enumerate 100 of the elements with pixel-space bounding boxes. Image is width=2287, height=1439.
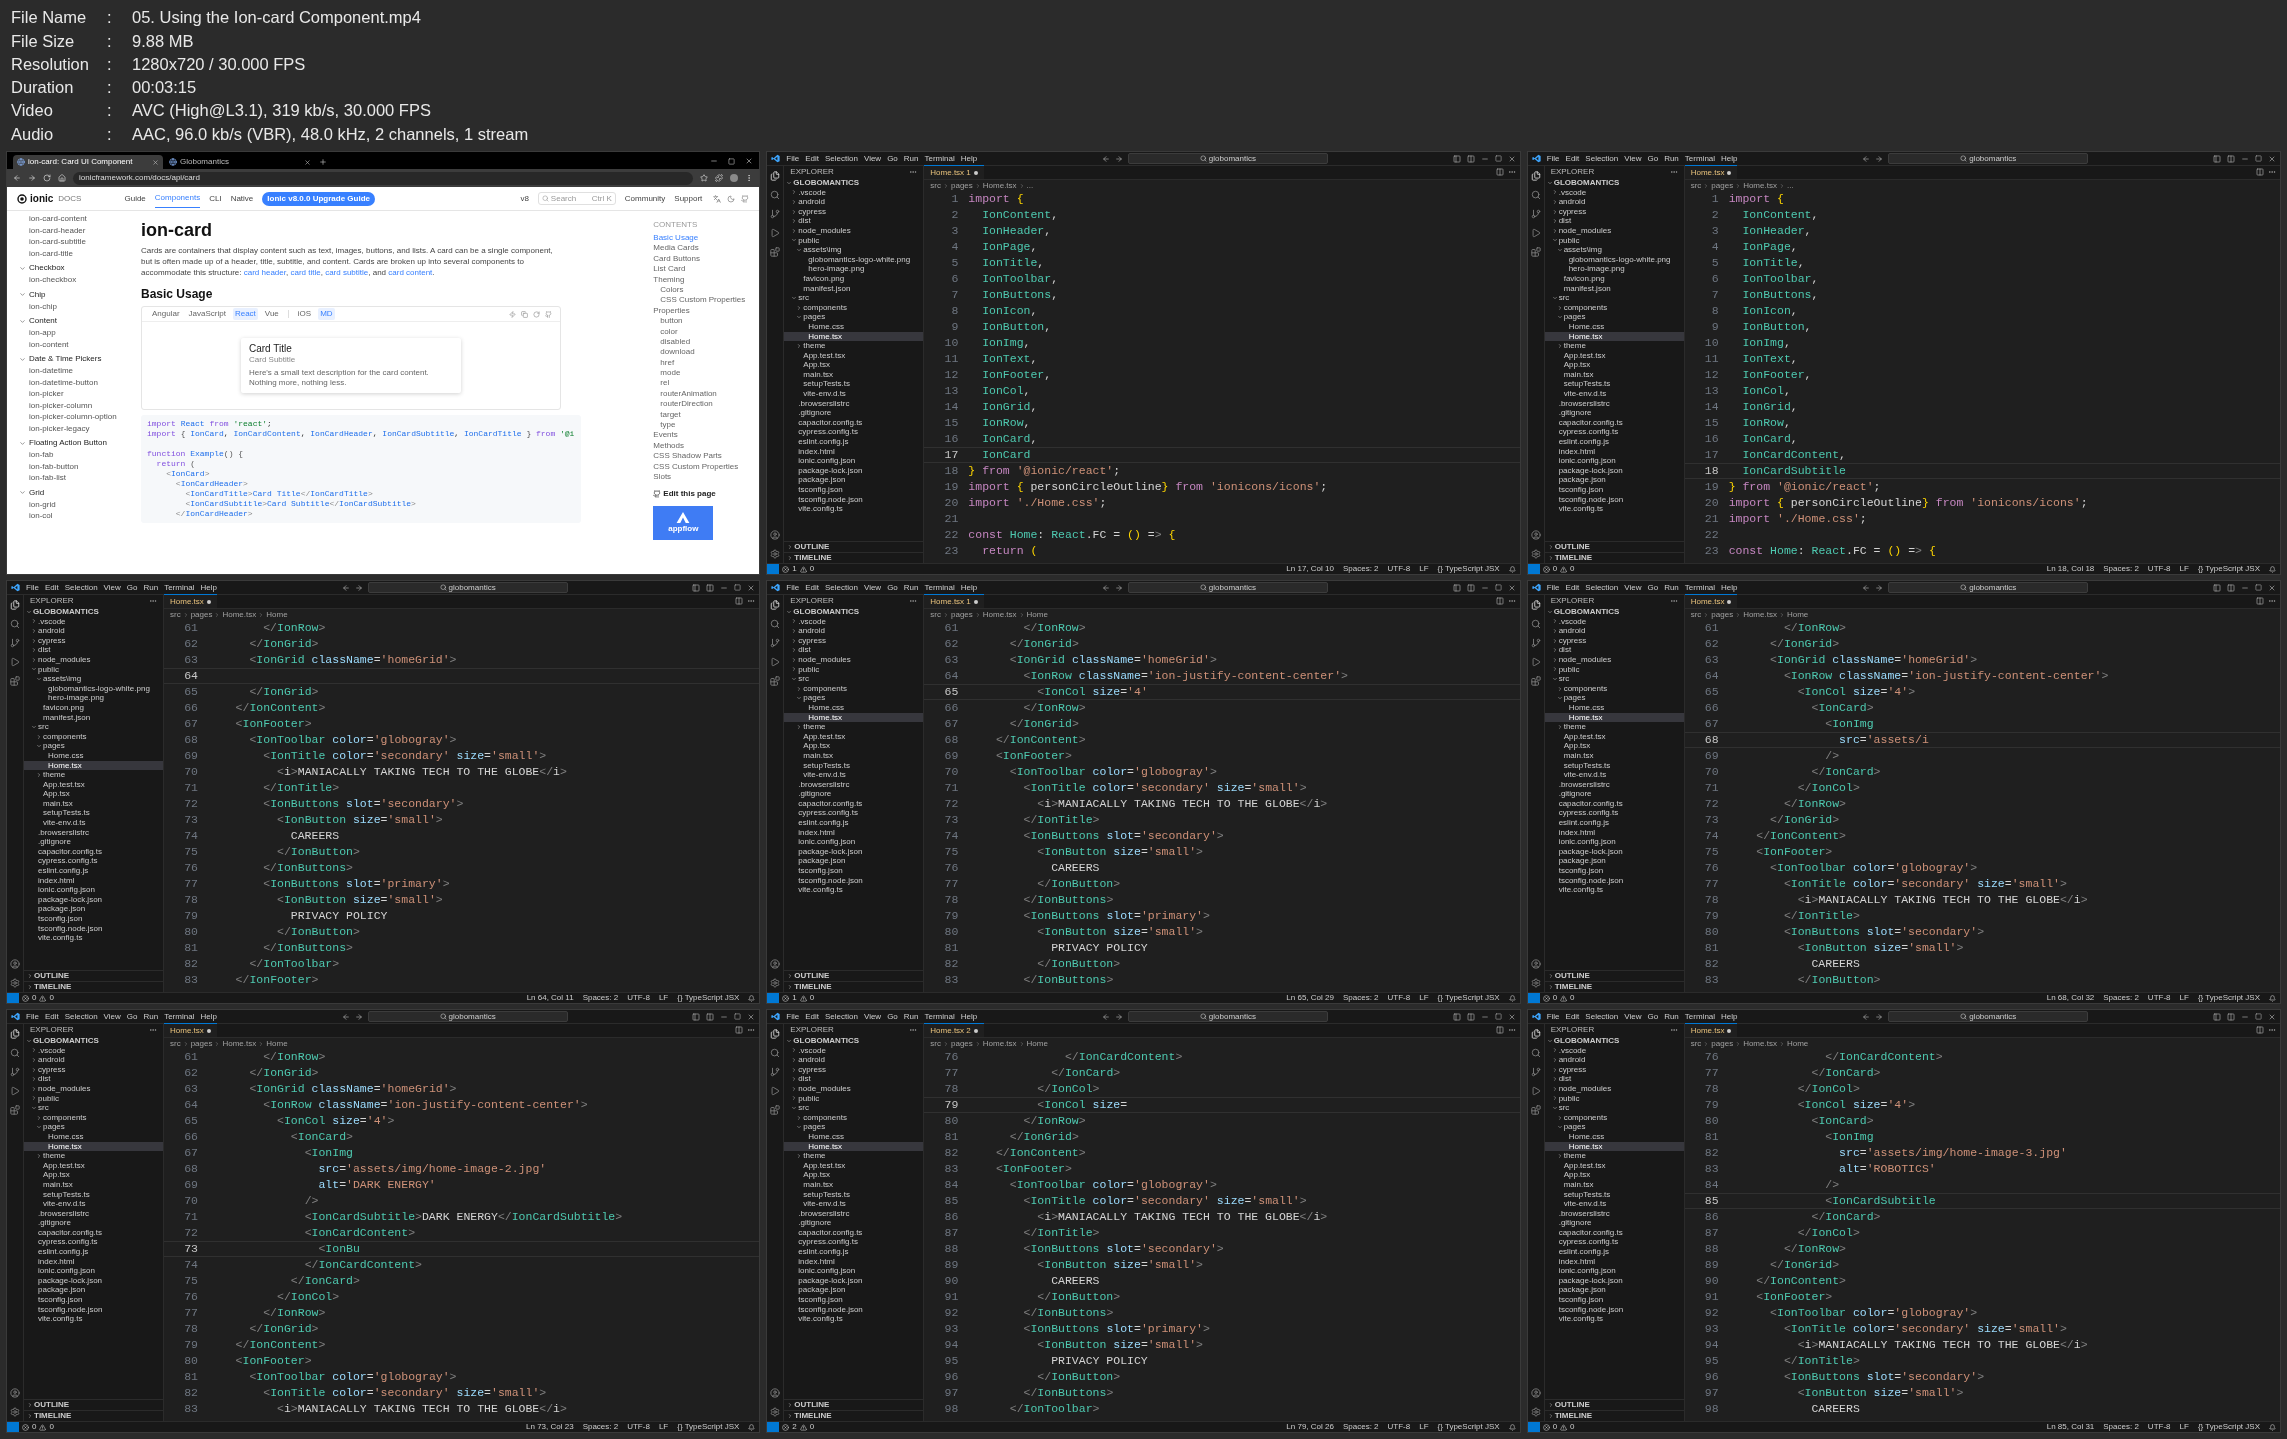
explorer-item[interactable]: .browserslistrc: [24, 827, 163, 838]
run-icon[interactable]: [1530, 1086, 1541, 1096]
layout-icon[interactable]: [706, 583, 715, 592]
menu-item[interactable]: View: [863, 152, 882, 165]
explorer-item[interactable]: pages: [1544, 1122, 1684, 1132]
explorer-item[interactable]: .gitignore: [1544, 789, 1684, 799]
explorer-item[interactable]: cypress.config.ts: [784, 427, 924, 438]
status-item[interactable]: {} TypeScript JSX: [677, 1421, 740, 1432]
explorer-item[interactable]: App.test.tsx: [1544, 350, 1684, 361]
explorer-item[interactable]: ionic.config.json: [784, 456, 924, 466]
explorer-item[interactable]: tsconfig.node.json: [784, 875, 924, 886]
status-item[interactable]: {} TypeScript JSX: [1437, 1421, 1500, 1432]
bell-icon[interactable]: [748, 1423, 756, 1431]
explorer-item[interactable]: index.html: [1544, 446, 1684, 457]
menu-item[interactable]: View: [863, 581, 882, 594]
close-icon[interactable]: [152, 158, 159, 166]
run-icon[interactable]: [10, 1086, 20, 1096]
explorer-item[interactable]: public: [1544, 664, 1684, 675]
explorer-item[interactable]: src: [1544, 674, 1684, 684]
status-item[interactable]: UTF-8: [627, 992, 650, 1003]
more-icon[interactable]: [2268, 1026, 2276, 1034]
version-select[interactable]: v8: [520, 192, 529, 205]
editor-tab[interactable]: Home.tsx: [164, 594, 217, 608]
explorer-item[interactable]: ionic.config.json: [784, 837, 924, 847]
status-item[interactable]: Ln 17, Col 10: [1286, 563, 1334, 574]
menu-item[interactable]: Run: [1664, 152, 1679, 165]
explorer-item[interactable]: node_modules: [1544, 1083, 1684, 1094]
status-item[interactable]: UTF-8: [2147, 563, 2171, 574]
back-icon[interactable]: [1862, 1012, 1871, 1021]
explorer-item[interactable]: GLOBOMANTICS: [1544, 607, 1684, 617]
branch-icon[interactable]: [10, 1067, 20, 1077]
account-icon[interactable]: [10, 1388, 20, 1398]
status-item[interactable]: Spaces: 2: [2103, 563, 2139, 574]
explorer-item[interactable]: components: [784, 683, 924, 694]
explorer-item[interactable]: package.json: [784, 475, 924, 485]
avatar-icon[interactable]: [730, 174, 739, 182]
explorer-item[interactable]: cypress: [784, 1064, 924, 1075]
back-icon[interactable]: [1862, 583, 1871, 592]
explorer-item[interactable]: android: [784, 197, 924, 207]
explorer-item[interactable]: tsconfig.json: [784, 866, 924, 876]
explorer-item[interactable]: eslint.config.js: [784, 818, 924, 828]
breadcrumb-item[interactable]: src: [1690, 179, 1702, 192]
minimize-icon[interactable]: [710, 157, 719, 165]
explorer-item[interactable]: main.tsx: [24, 1179, 163, 1190]
forward-icon[interactable]: [354, 1012, 363, 1021]
edit-link[interactable]: Edit this page: [653, 488, 760, 501]
explorer-item[interactable]: favicon.png: [24, 702, 163, 713]
copy-icon[interactable]: [521, 310, 528, 318]
toc-link[interactable]: download: [653, 347, 760, 358]
explorer-item[interactable]: hero-image.png: [24, 693, 163, 703]
explorer-item[interactable]: node_modules: [784, 1083, 924, 1094]
bookmark-icon[interactable]: [700, 174, 709, 182]
extensions-icon[interactable]: [770, 247, 781, 257]
forward-icon[interactable]: [1114, 154, 1123, 163]
breadcrumb-item[interactable]: Home: [1026, 608, 1048, 621]
section-header[interactable]: OUTLINE: [784, 970, 924, 981]
framework-tab[interactable]: Vue: [262, 308, 281, 320]
explorer-item[interactable]: cypress.config.ts: [784, 808, 924, 819]
explorer-item[interactable]: pages: [784, 312, 924, 322]
explorer-item[interactable]: vite.config.ts: [1544, 1314, 1684, 1324]
explorer-item[interactable]: tsconfig.json: [784, 1295, 924, 1305]
explorer-item[interactable]: components: [1544, 683, 1684, 694]
status-item[interactable]: UTF-8: [1387, 1421, 1411, 1432]
status-item[interactable]: Ln 18, Col 18: [2046, 563, 2095, 574]
toc-link[interactable]: Events: [653, 430, 760, 441]
explorer-item[interactable]: Home.css: [24, 1131, 163, 1142]
explorer-item[interactable]: .gitignore: [1544, 408, 1684, 418]
sidebar-link[interactable]: ion-datetime: [19, 365, 125, 377]
menu-item[interactable]: Help: [1721, 152, 1738, 165]
close-icon[interactable]: [2268, 154, 2276, 163]
settings-icon[interactable]: [770, 978, 781, 988]
split-icon[interactable]: [2256, 597, 2264, 605]
status-item[interactable]: UTF-8: [2147, 992, 2171, 1003]
explorer-item[interactable]: App.test.tsx: [1544, 1160, 1684, 1171]
explorer-item[interactable]: vite.config.ts: [1544, 504, 1684, 514]
toc-link[interactable]: routerDirection: [653, 399, 760, 410]
menu-item[interactable]: Selection: [825, 581, 858, 594]
menu-item[interactable]: Edit: [805, 581, 819, 594]
explorer-item[interactable]: cypress: [1544, 635, 1684, 646]
remote-button[interactable]: [767, 993, 780, 1003]
menu-item[interactable]: Selection: [1585, 152, 1619, 165]
status-item[interactable]: Spaces: 2: [1342, 1421, 1379, 1432]
explorer-item[interactable]: setupTests.ts: [1544, 379, 1684, 390]
sidebar-link[interactable]: ion-content: [19, 338, 125, 350]
breadcrumb-item[interactable]: Home.tsx: [982, 1037, 1017, 1050]
extensions-icon[interactable]: [10, 676, 20, 686]
explorer-item[interactable]: vite.config.ts: [24, 1314, 163, 1324]
explorer-item[interactable]: dist: [784, 216, 924, 226]
toc-link[interactable]: Card Buttons: [653, 253, 760, 265]
address-bar[interactable]: ionicframework.com/docs/api/card: [73, 171, 694, 185]
explorer-item[interactable]: vite.config.ts: [1544, 885, 1684, 895]
remote-button[interactable]: [1527, 1422, 1540, 1432]
menu-item[interactable]: Run: [903, 1010, 919, 1023]
explorer-item[interactable]: dist: [24, 645, 163, 655]
editor-tab[interactable]: Home.tsx 1: [924, 594, 984, 608]
remote-button[interactable]: [767, 564, 780, 574]
explorer-item[interactable]: App.test.tsx: [1544, 731, 1684, 742]
status-item[interactable]: Spaces: 2: [2103, 1421, 2139, 1432]
explorer-item[interactable]: main.tsx: [1544, 369, 1684, 380]
run-icon[interactable]: [770, 657, 781, 667]
